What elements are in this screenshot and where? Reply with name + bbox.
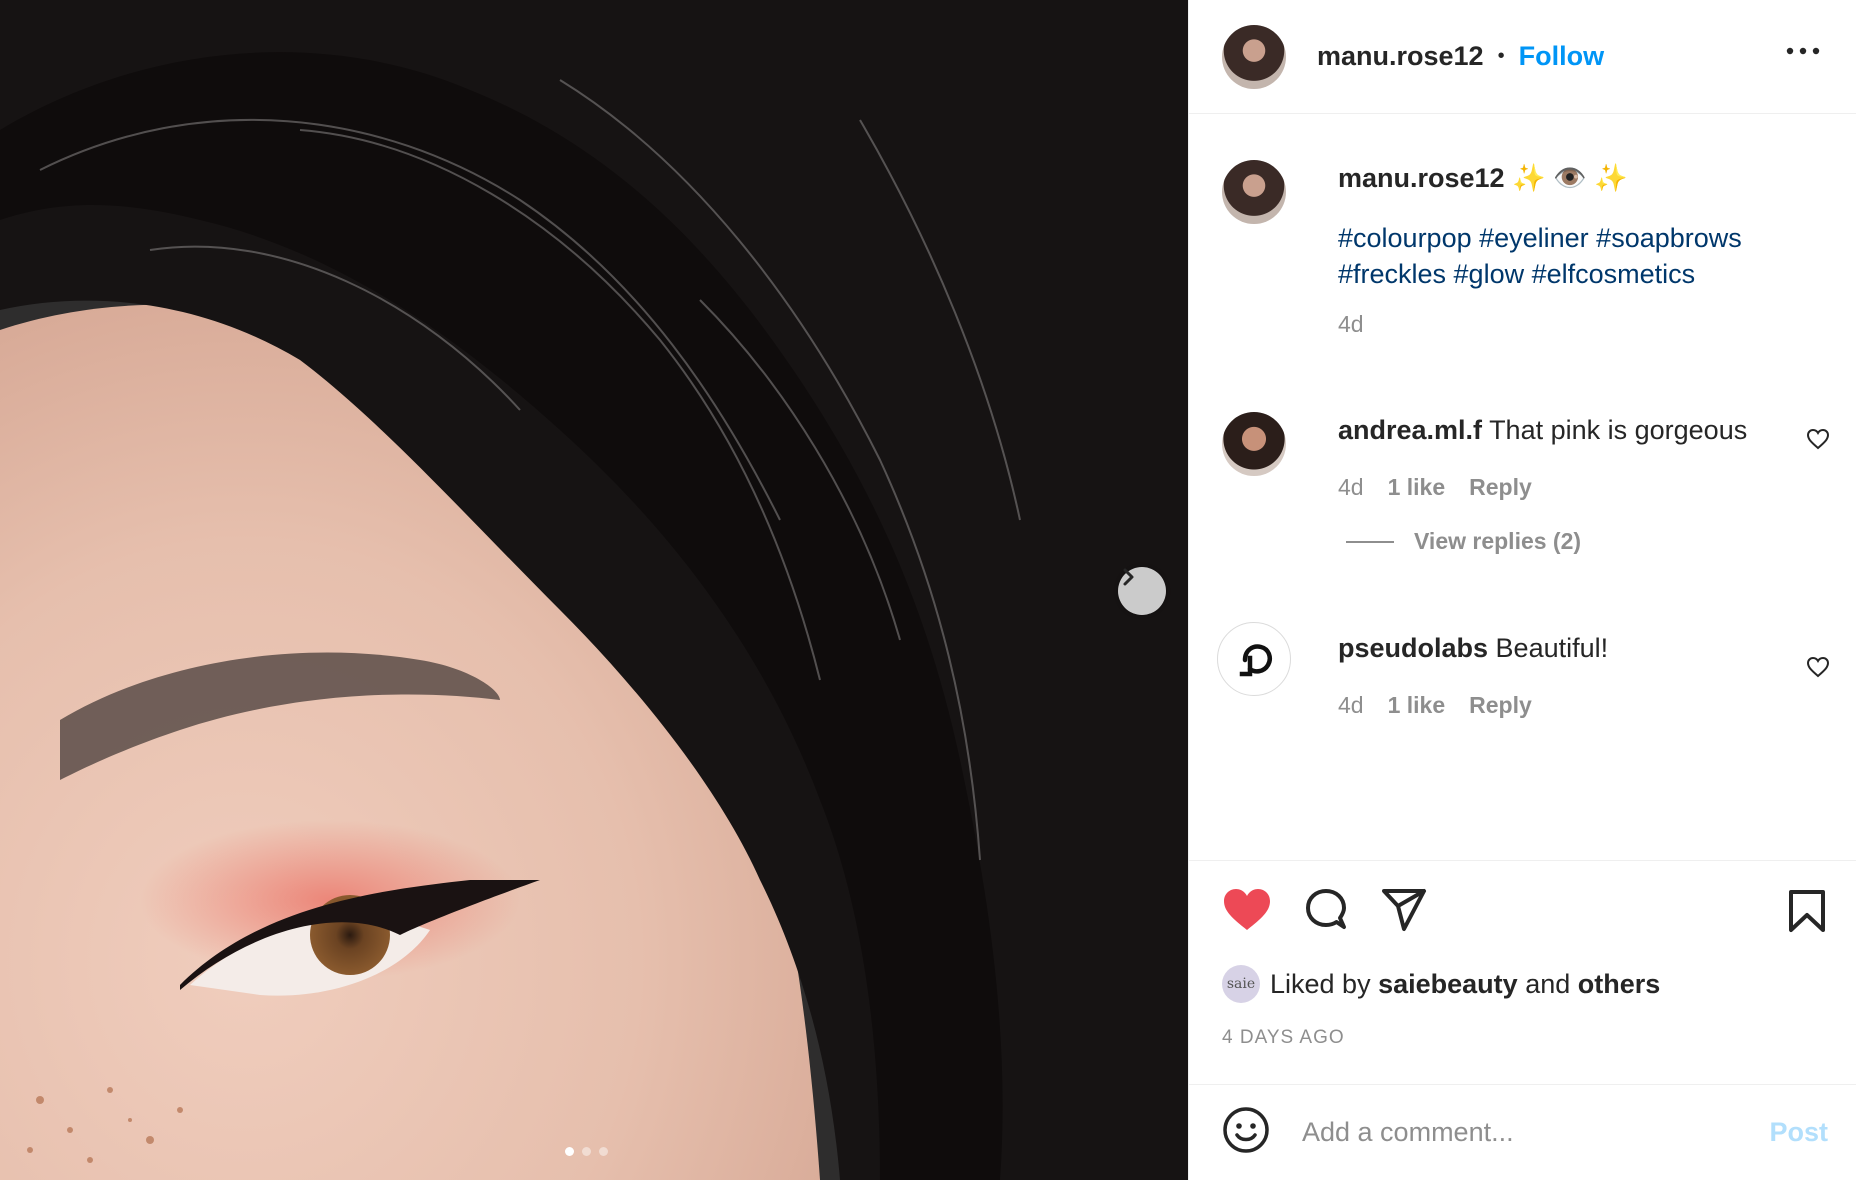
next-slide-button[interactable] bbox=[1118, 567, 1166, 615]
comment-time: 4d bbox=[1338, 474, 1364, 500]
heart-outline-icon bbox=[1806, 656, 1830, 678]
pseudolabs-logo-icon bbox=[1239, 644, 1272, 677]
liked-by-prefix: Liked by bbox=[1270, 968, 1371, 999]
post-photo[interactable] bbox=[0, 0, 1188, 1180]
replies-divider bbox=[1346, 540, 1394, 543]
like-button[interactable] bbox=[1222, 887, 1272, 940]
post-date[interactable]: 4 DAYS AGO bbox=[1222, 1027, 1345, 1049]
author-avatar[interactable] bbox=[1222, 24, 1286, 89]
comment-meta: 4d 1 like Reply bbox=[1338, 692, 1532, 719]
view-replies-label: View replies (2) bbox=[1414, 528, 1582, 554]
carousel-dot bbox=[582, 1147, 591, 1156]
caption-meta: 4d bbox=[1338, 311, 1364, 338]
post-side-panel: manu.rose12 • Follow manu.rose12 ✨ 👁️ ✨ … bbox=[1188, 0, 1856, 1180]
comment-body: andrea.ml.f That pink is gorgeous bbox=[1338, 412, 1747, 448]
caption-author-username[interactable]: manu.rose12 bbox=[1338, 163, 1505, 193]
view-replies-button[interactable]: View replies (2) bbox=[1346, 528, 1581, 555]
comment-time: 4d bbox=[1338, 692, 1364, 718]
liked-by: saie Liked by saiebeauty and others bbox=[1222, 965, 1660, 1003]
post-actions: saie Liked by saiebeauty and others 4 DA… bbox=[1189, 860, 1856, 1085]
comment-like-button[interactable] bbox=[1806, 428, 1830, 455]
heart-outline-icon bbox=[1806, 428, 1830, 450]
post-comment-button[interactable]: Post bbox=[1769, 1117, 1828, 1148]
liked-by-joiner: and bbox=[1525, 968, 1571, 999]
follow-button[interactable]: Follow bbox=[1519, 41, 1604, 72]
hashtags-line-1[interactable]: #colourpop #eyeliner #soapbrows bbox=[1338, 220, 1742, 256]
photo-illustration bbox=[0, 0, 1188, 1180]
liker-username[interactable]: saiebeauty bbox=[1378, 969, 1518, 1000]
comment-input[interactable] bbox=[1300, 1116, 1724, 1149]
more-options-button[interactable] bbox=[1786, 42, 1820, 60]
bookmark-icon bbox=[1789, 890, 1825, 932]
send-icon bbox=[1382, 889, 1426, 931]
emoji-button[interactable] bbox=[1222, 1106, 1270, 1159]
caption-emoji: ✨ 👁️ ✨ bbox=[1512, 163, 1628, 193]
commenter-avatar[interactable] bbox=[1217, 622, 1291, 696]
caption-line: manu.rose12 ✨ 👁️ ✨ bbox=[1338, 160, 1628, 196]
commenter-username[interactable]: andrea.ml.f bbox=[1338, 415, 1482, 445]
comment-likes[interactable]: 1 like bbox=[1388, 474, 1446, 501]
comment-meta: 4d 1 like Reply bbox=[1338, 474, 1532, 501]
header-separator: • bbox=[1497, 45, 1505, 67]
carousel-dot-active bbox=[565, 1147, 574, 1156]
comment-reply-button[interactable]: Reply bbox=[1469, 692, 1532, 719]
caption-time: 4d bbox=[1338, 311, 1364, 337]
emoji-icon bbox=[1223, 1107, 1269, 1153]
comment-button[interactable] bbox=[1302, 887, 1350, 940]
action-icons bbox=[1222, 887, 1428, 940]
comment-likes[interactable]: 1 like bbox=[1388, 692, 1446, 719]
share-button[interactable] bbox=[1380, 887, 1428, 940]
chevron-right-icon bbox=[1123, 568, 1134, 586]
more-icon bbox=[1786, 47, 1820, 55]
post-dialog: manu.rose12 • Follow manu.rose12 ✨ 👁️ ✨ … bbox=[0, 0, 1856, 1180]
comment-icon bbox=[1306, 889, 1346, 929]
add-comment-bar: Post bbox=[1189, 1084, 1856, 1180]
carousel-indicator bbox=[565, 1147, 608, 1156]
commenter-avatar[interactable] bbox=[1222, 412, 1286, 476]
comment-body: pseudolabs Beautiful! bbox=[1338, 630, 1608, 666]
heart-filled-icon bbox=[1224, 889, 1270, 930]
save-button[interactable] bbox=[1788, 889, 1826, 938]
hashtags-line-2[interactable]: #freckles #glow #elfcosmetics bbox=[1338, 256, 1742, 292]
comment-like-button[interactable] bbox=[1806, 656, 1830, 683]
liker-avatar[interactable]: saie bbox=[1222, 965, 1260, 1003]
author-username[interactable]: manu.rose12 bbox=[1317, 41, 1484, 72]
likes-others-link[interactable]: others bbox=[1578, 969, 1661, 1000]
comment-text: That pink is gorgeous bbox=[1489, 415, 1748, 445]
caption-author-avatar[interactable] bbox=[1222, 160, 1286, 224]
comment-text: Beautiful! bbox=[1495, 633, 1609, 663]
caption-hashtags: #colourpop #eyeliner #soapbrows #freckle… bbox=[1338, 220, 1742, 292]
comment-reply-button[interactable]: Reply bbox=[1469, 474, 1532, 501]
commenter-username[interactable]: pseudolabs bbox=[1338, 633, 1488, 663]
post-header: manu.rose12 • Follow bbox=[1189, 0, 1856, 114]
comments-section: manu.rose12 ✨ 👁️ ✨ #colourpop #eyeliner … bbox=[1189, 114, 1856, 859]
carousel-dot bbox=[599, 1147, 608, 1156]
